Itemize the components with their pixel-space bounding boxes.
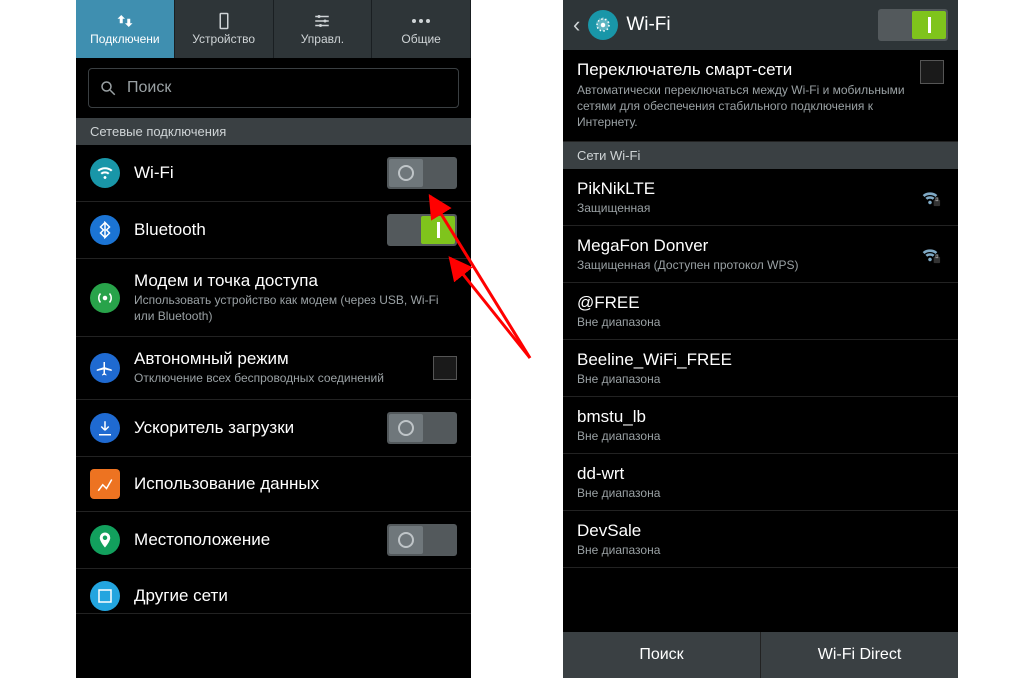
- location-icon: [90, 525, 120, 555]
- item-tethering[interactable]: Модем и точка доступа Использовать устро…: [76, 259, 471, 337]
- footer-search-button[interactable]: Поиск: [563, 632, 761, 678]
- header: ‹ Wi-Fi: [563, 0, 958, 50]
- wifi-network-item[interactable]: Beeline_WiFi_FREE Вне диапазона: [563, 340, 958, 397]
- search-wrap: Поиск: [76, 58, 471, 118]
- wifi-icon: [90, 158, 120, 188]
- tab-label: Подключени: [90, 32, 159, 46]
- item-title: Автономный режим: [134, 349, 419, 369]
- tab-label: Устройство: [192, 32, 255, 46]
- wifi-status: Вне диапазона: [577, 372, 944, 386]
- wifi-network-item[interactable]: PikNikLTE Защищенная: [563, 169, 958, 226]
- wifi-status: Вне диапазона: [577, 315, 944, 329]
- wifi-network-item[interactable]: @FREE Вне диапазона: [563, 283, 958, 340]
- settings-screen: Подключени Устройство Управл. Общие Поис…: [76, 0, 471, 678]
- header-title: Wi-Fi: [626, 14, 870, 36]
- booster-toggle[interactable]: [387, 412, 457, 444]
- search-input[interactable]: Поиск: [88, 68, 459, 108]
- item-title: Bluetooth: [134, 220, 373, 240]
- section-header: Сети Wi-Fi: [563, 142, 958, 169]
- tab-connections[interactable]: Подключени: [76, 0, 175, 58]
- tabbar: Подключени Устройство Управл. Общие: [76, 0, 471, 58]
- more-networks-icon: [90, 581, 120, 611]
- smart-network-switch[interactable]: Переключатель смарт-сети Автоматически п…: [563, 50, 958, 142]
- section-header: Сетевые подключения: [76, 118, 471, 145]
- item-download-booster[interactable]: Ускоритель загрузки: [76, 400, 471, 457]
- sliders-icon: [311, 12, 333, 30]
- item-wifi[interactable]: Wi-Fi: [76, 145, 471, 202]
- bluetooth-icon: [90, 215, 120, 245]
- chart-icon: [90, 469, 120, 499]
- tab-controls[interactable]: Управл.: [274, 0, 373, 58]
- bluetooth-toggle[interactable]: [387, 214, 457, 246]
- wifi-toggle[interactable]: [387, 157, 457, 189]
- device-icon: [213, 12, 235, 30]
- location-toggle[interactable]: [387, 524, 457, 556]
- smart-sub: Автоматически переключаться между Wi-Fi …: [577, 82, 910, 131]
- smart-title: Переключатель смарт-сети: [577, 60, 910, 80]
- wifi-name: Beeline_WiFi_FREE: [577, 350, 944, 370]
- wifi-name: dd-wrt: [577, 464, 944, 484]
- wifi-network-list: PikNikLTE Защищенная MegaFon Donver Защи…: [563, 169, 958, 568]
- wifi-status: Вне диапазона: [577, 543, 944, 557]
- download-icon: [90, 413, 120, 443]
- item-airplane[interactable]: Автономный режим Отключение всех беспров…: [76, 337, 471, 400]
- item-bluetooth[interactable]: Bluetooth: [76, 202, 471, 259]
- wifi-status: Вне диапазона: [577, 486, 944, 500]
- wifi-name: bmstu_lb: [577, 407, 944, 427]
- airplane-icon: [90, 353, 120, 383]
- more-icon: [410, 12, 432, 30]
- smart-checkbox[interactable]: [920, 60, 944, 84]
- item-title: Ускоритель загрузки: [134, 418, 373, 438]
- item-title: Другие сети: [134, 586, 457, 606]
- item-more-networks[interactable]: Другие сети: [76, 569, 471, 614]
- wifi-name: DevSale: [577, 521, 944, 541]
- wifi-signal-icon: [916, 243, 944, 265]
- tab-label: Управл.: [301, 32, 344, 46]
- tab-device[interactable]: Устройство: [175, 0, 274, 58]
- wifi-status: Защищенная (Доступен протокол WPS): [577, 258, 906, 272]
- wifi-screen: ‹ Wi-Fi Переключатель смарт-сети Автомат…: [563, 0, 958, 678]
- item-title: Местоположение: [134, 530, 373, 550]
- tethering-icon: [90, 283, 120, 313]
- wifi-status: Защищенная: [577, 201, 906, 215]
- search-placeholder: Поиск: [127, 79, 171, 97]
- swap-icon: [114, 12, 136, 30]
- back-button[interactable]: ‹: [573, 12, 580, 38]
- search-icon: [99, 79, 117, 97]
- wifi-network-item[interactable]: bmstu_lb Вне диапазона: [563, 397, 958, 454]
- airplane-checkbox[interactable]: [433, 356, 457, 380]
- wifi-network-item[interactable]: dd-wrt Вне диапазона: [563, 454, 958, 511]
- tab-general[interactable]: Общие: [372, 0, 471, 58]
- wifi-status: Вне диапазона: [577, 429, 944, 443]
- wifi-name: @FREE: [577, 293, 944, 313]
- footer: Поиск Wi-Fi Direct: [563, 632, 958, 678]
- wifi-network-item[interactable]: MegaFon Donver Защищенная (Доступен прот…: [563, 226, 958, 283]
- wifi-network-item[interactable]: DevSale Вне диапазона: [563, 511, 958, 568]
- item-title: Использование данных: [134, 474, 457, 494]
- item-location[interactable]: Местоположение: [76, 512, 471, 569]
- item-title: Wi-Fi: [134, 163, 373, 183]
- wifi-name: MegaFon Donver: [577, 236, 906, 256]
- wifi-name: PikNikLTE: [577, 179, 906, 199]
- item-sub: Отключение всех беспроводных соединений: [134, 371, 419, 387]
- settings-gear-icon: [588, 10, 618, 40]
- wifi-signal-icon: [916, 186, 944, 208]
- wifi-master-toggle[interactable]: [878, 9, 948, 41]
- item-title: Модем и точка доступа: [134, 271, 457, 291]
- tab-label: Общие: [401, 32, 440, 46]
- footer-wifidirect-button[interactable]: Wi-Fi Direct: [761, 632, 958, 678]
- item-data-usage[interactable]: Использование данных: [76, 457, 471, 512]
- item-sub: Использовать устройство как модем (через…: [134, 293, 457, 324]
